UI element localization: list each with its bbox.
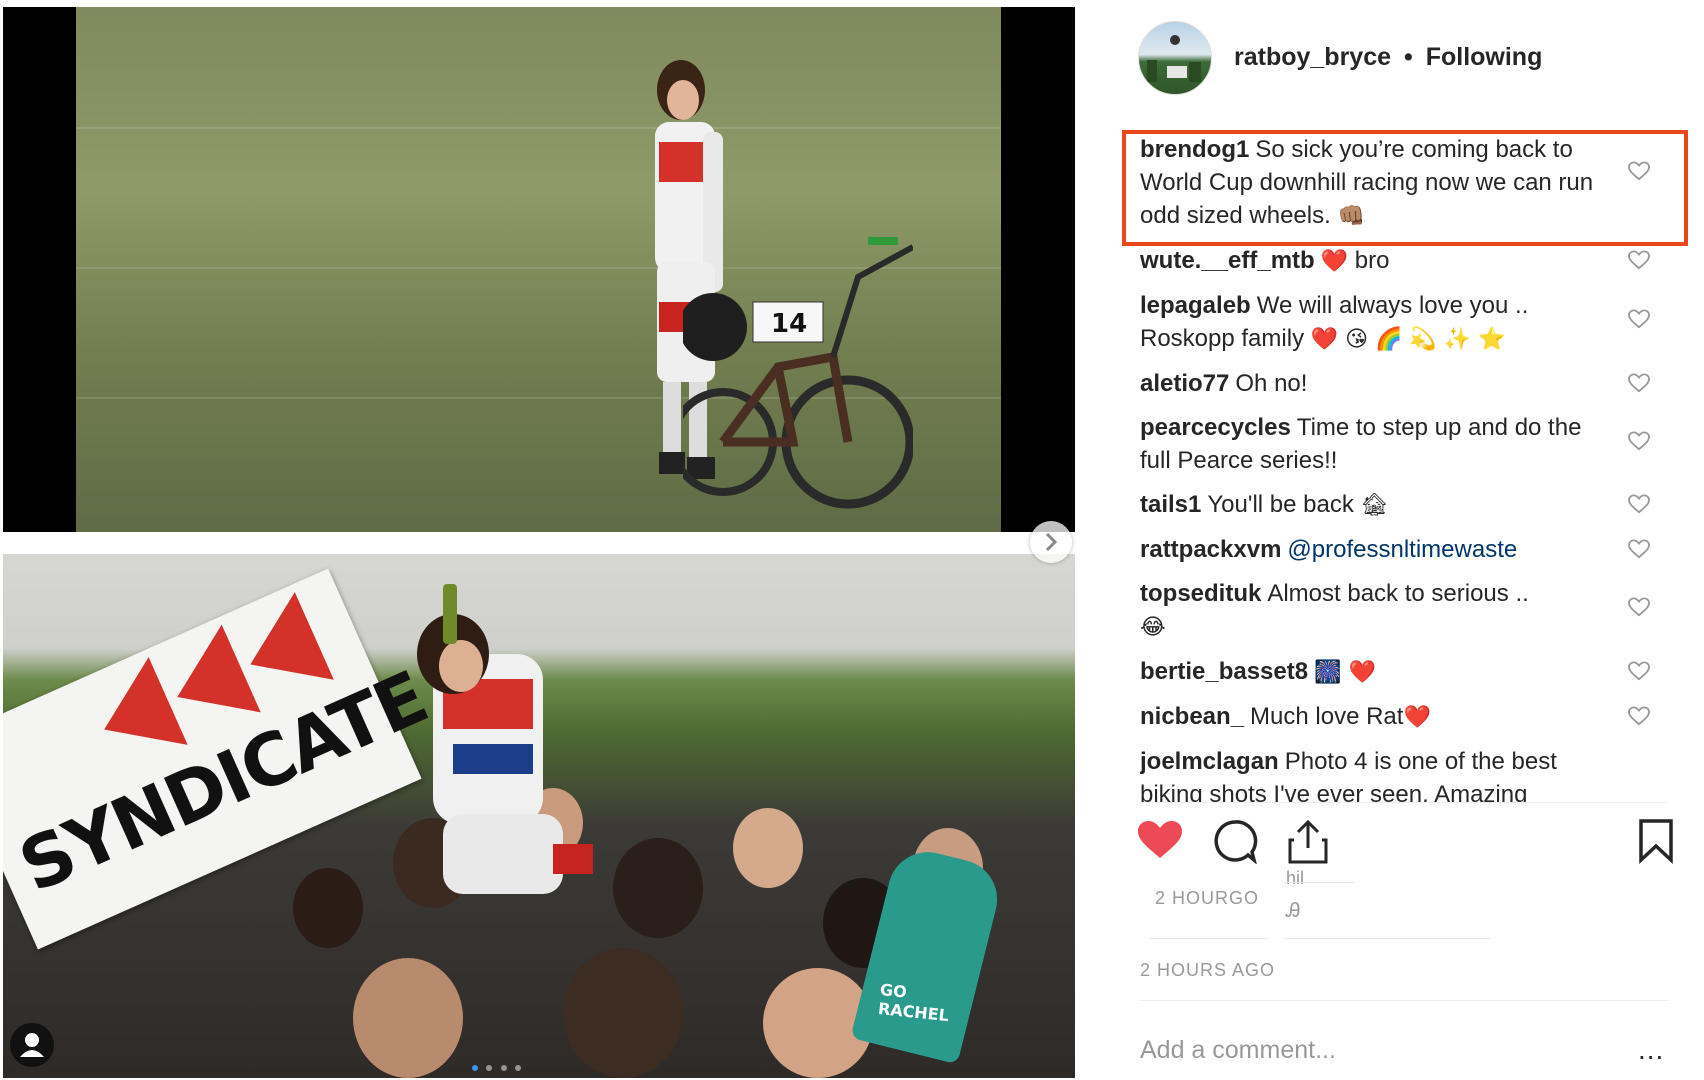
comment-text: Oh no! [1235, 370, 1308, 397]
comment-text: You'll be back [1207, 491, 1354, 518]
comment-emoji: ❤️ 😘 🌈 💫 ✨ ⭐ [1310, 327, 1506, 352]
heart-outline-icon[interactable] [1628, 250, 1650, 270]
ghost-fragment-text: hil [1286, 868, 1305, 888]
comment-username[interactable]: bertie_basset8 [1140, 658, 1308, 685]
comment-emoji: ❤️ [1403, 705, 1431, 730]
chevron-right-icon [1045, 532, 1058, 552]
comment-username[interactable]: lepagaleb [1140, 292, 1251, 319]
comment-item: nicbean_ Much love Rat❤️ [1140, 700, 1660, 734]
comment-username[interactable]: pearcecycles [1140, 414, 1291, 441]
comment-emoji: 😂 [1140, 615, 1166, 640]
post-actions [1136, 818, 1676, 878]
heart-filled-icon[interactable] [1136, 818, 1184, 862]
crowd-surfing-rider [417, 584, 593, 894]
carousel-photo-top: 14 [3, 7, 1075, 532]
comment-item: joelmclagan Photo 4 is one of the best bi… [1140, 745, 1660, 803]
carousel-dot[interactable] [515, 1065, 522, 1071]
carousel-dot[interactable] [472, 1065, 478, 1071]
post-header: ratboy_bryce • Following [1134, 20, 1674, 96]
comment-username[interactable]: nicbean_ [1140, 703, 1244, 730]
post-timestamp[interactable]: 2 HOURS AGO [1140, 960, 1275, 981]
comment-text: Much love Rat [1250, 703, 1404, 730]
comment-emoji: 🏚 [1360, 493, 1389, 518]
comment-emoji: ❤️ [1320, 249, 1349, 274]
comment-item: pearcecycles Time to step up and do the f… [1140, 411, 1660, 477]
comment-username[interactable]: rattpackxvm [1140, 536, 1281, 563]
tagged-users-button[interactable] [10, 1023, 54, 1067]
heart-outline-icon[interactable] [1628, 706, 1650, 726]
comment-username[interactable]: tails1 [1140, 491, 1201, 518]
heart-outline-icon[interactable] [1628, 539, 1650, 559]
carousel-dot[interactable] [486, 1065, 493, 1071]
comment-username[interactable]: topsedituk [1140, 580, 1261, 607]
comment-item: tails1 You'll be back 🏚 [1140, 488, 1660, 522]
comment-item: wute.__eff_mtb ❤️ bro [1140, 244, 1660, 278]
avatar-scene-icon [1147, 35, 1201, 82]
carousel-dots [470, 1058, 523, 1076]
highlighted-comment-box [1122, 130, 1688, 246]
following-button[interactable]: Following [1426, 43, 1543, 71]
comment-username[interactable]: wute.__eff_mtb [1140, 247, 1315, 274]
share-upload-icon[interactable] [1286, 818, 1330, 866]
more-options-button[interactable]: ... [1638, 1036, 1664, 1064]
ghost-glyph-text: Ꭿ [1286, 900, 1301, 922]
comment-bubble-icon[interactable] [1212, 818, 1258, 864]
bookmark-icon[interactable] [1638, 818, 1674, 864]
svg-text:14: 14 [771, 309, 807, 339]
comment-item: aletio77 Oh no! [1140, 367, 1660, 400]
comment-item: lepagaleb We will always love you .. Rosk… [1140, 289, 1660, 356]
heart-outline-icon[interactable] [1628, 373, 1650, 393]
heart-outline-icon[interactable] [1628, 597, 1650, 617]
comment-item: topsedituk Almost back to serious .. 😂 [1140, 577, 1660, 644]
header-separator: • [1403, 43, 1413, 71]
heart-outline-icon[interactable] [1628, 494, 1650, 514]
post-username[interactable]: ratboy_bryce [1234, 43, 1391, 71]
heart-outline-icon[interactable] [1628, 431, 1650, 451]
comment-text: Almost back to serious .. [1267, 580, 1529, 607]
heart-outline-icon[interactable] [1628, 309, 1650, 329]
comment-username[interactable]: aletio77 [1140, 370, 1229, 397]
carousel-next-button[interactable] [1030, 521, 1072, 563]
carousel-photo-bottom: SYNDICATE GO RACHEL [3, 554, 1075, 1078]
add-comment-input[interactable] [1140, 1036, 1580, 1065]
comment-text: bro [1354, 247, 1390, 274]
downhill-bike: 14 [683, 237, 913, 509]
heart-outline-icon[interactable] [1628, 661, 1650, 681]
divider [1140, 1000, 1668, 1001]
comment-item: rattpackxvm @professnltimewaste [1140, 533, 1660, 566]
comment-emoji: 🎆 ❤️ [1314, 660, 1376, 685]
person-icon [20, 1033, 44, 1057]
carousel-dot[interactable] [500, 1065, 507, 1071]
comment-item: bertie_basset8 🎆 ❤️ [1140, 655, 1660, 689]
ghost-time-text: 2 HOURGO [1155, 888, 1260, 908]
avatar[interactable] [1138, 21, 1212, 95]
divider [1140, 802, 1668, 803]
comment-username[interactable]: joelmclagan [1140, 748, 1279, 775]
comment-mention-link[interactable]: @professnltimewaste [1287, 536, 1517, 563]
